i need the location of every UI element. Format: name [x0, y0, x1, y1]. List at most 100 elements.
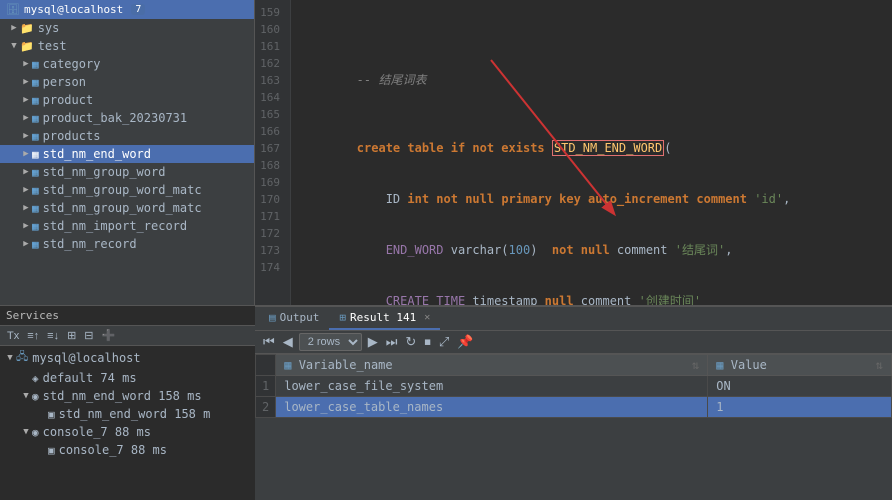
table-icon: ▦ [32, 166, 39, 179]
sidebar-item-product[interactable]: ▶ ▦ product [0, 91, 254, 109]
code-line-163: create table if not exists STD_NM_END_WO… [299, 106, 884, 174]
services-label: std_nm_end_word 158 ms [43, 389, 202, 403]
chevron-icon: ▼ [4, 353, 16, 363]
sidebar-label: product [43, 93, 94, 107]
code-line-166: CREATE_TIME timestamp null comment '创建时间… [299, 276, 884, 305]
first-page-button[interactable]: ⏮ [261, 333, 277, 351]
services-sort-up-button[interactable]: ≡↑ [24, 329, 42, 343]
sidebar-item-std-nm-record[interactable]: ▶ ▦ std_nm_record [0, 235, 254, 253]
sidebar-item-test[interactable]: ▼ 📁 test [0, 37, 254, 55]
refresh-button[interactable]: ↻ [403, 333, 418, 351]
sidebar-tree: ▶ 📁 sys ▼ 📁 test ▶ ▦ category [0, 19, 254, 305]
table-icon: ▦ [32, 94, 39, 107]
code-line-159 [299, 4, 884, 21]
sidebar-header: 🗄 mysql@localhost 7 [0, 0, 254, 19]
services-item-console7-group[interactable]: ▼ ◉ console_7 88 ms [0, 423, 255, 441]
col-icon: ▦ [284, 358, 291, 372]
result-table: ▦ Variable_name ⇅ ▦ Value ⇅ 1 [255, 354, 892, 500]
services-tx-button[interactable]: Tx [4, 329, 22, 343]
chevron-icon: ▶ [20, 239, 32, 249]
sidebar-label: sys [38, 21, 60, 35]
services-plus-button[interactable]: ➕ [99, 328, 119, 343]
sidebar-badge: 7 [131, 4, 145, 15]
sidebar-item-sys[interactable]: ▶ 📁 sys [0, 19, 254, 37]
table-row[interactable]: 1 lower_case_file_system ON [256, 376, 892, 397]
sidebar-label: std_nm_group_word_matc [43, 201, 202, 215]
services-item-std-nm-console[interactable]: ▣ std_nm_end_word 158 m [0, 405, 255, 423]
session-group-icon: ◉ [32, 390, 39, 403]
tab-result[interactable]: ⊞ Result 141 ✕ [329, 307, 440, 330]
column-value[interactable]: ▦ Value ⇅ [708, 355, 892, 376]
sidebar-item-std-nm-group-word-match-1[interactable]: ▶ ▦ std_nm_group_word_matc [0, 181, 254, 199]
sidebar-label: std_nm_group_word_matc [43, 183, 202, 197]
table-icon: ▦ [32, 184, 39, 197]
services-label: mysql@localhost [32, 351, 140, 365]
services-panel: Services Tx ≡↑ ≡↓ ⊞ ⊟ ➕ ▼ 🖧 mysql@localh… [0, 305, 255, 500]
chevron-icon: ▶ [20, 59, 32, 69]
console-icon: ▣ [48, 444, 55, 457]
chevron-icon: ▶ [20, 131, 32, 141]
chevron-icon: ▶ [20, 113, 32, 123]
code-line-164: ID int not null primary key auto_increme… [299, 174, 884, 225]
services-toolbar: Tx ≡↑ ≡↓ ⊞ ⊟ ➕ [0, 326, 255, 346]
rows-select[interactable]: 2 rows [299, 333, 362, 351]
sidebar-label: product_bak_20230731 [43, 111, 188, 125]
chevron-icon: ▶ [20, 167, 32, 177]
sidebar-item-products[interactable]: ▶ ▦ products [0, 127, 254, 145]
sidebar-item-product-bak[interactable]: ▶ ▦ product_bak_20230731 [0, 109, 254, 127]
next-page-button[interactable]: ▶ [366, 333, 380, 351]
db-icon: 🗄 [6, 3, 20, 16]
sidebar-label: category [43, 57, 101, 71]
column-variable-name[interactable]: ▦ Variable_name ⇅ [276, 355, 708, 376]
services-label: default 74 ms [43, 371, 137, 385]
sidebar-item-std-nm-end-word[interactable]: ▶ ▦ std_nm_end_word [0, 145, 254, 163]
tab-output-label: Output [280, 311, 320, 324]
services-label: console_7 88 ms [59, 443, 167, 457]
sidebar-item-std-nm-import-record[interactable]: ▶ ▦ std_nm_import_record [0, 217, 254, 235]
line-numbers: 159 160 161 162 163 164 165 166 167 168 … [255, 0, 291, 305]
services-item-mysql[interactable]: ▼ 🖧 mysql@localhost [0, 346, 255, 369]
services-header: Services [0, 306, 255, 326]
folder-icon: 📁 [20, 22, 34, 35]
services-add-button[interactable]: ⊞ [64, 328, 79, 343]
highlight-fn-name: STD_NM_END_WORD [552, 140, 664, 156]
services-sort-down-button[interactable]: ≡↓ [44, 329, 62, 343]
sidebar-item-std-nm-group-word[interactable]: ▶ ▦ std_nm_group_word [0, 163, 254, 181]
table-icon: ▦ [32, 58, 39, 71]
services-remove-button[interactable]: ⊟ [81, 328, 96, 343]
prev-page-button[interactable]: ◀ [281, 333, 295, 351]
sidebar-item-person[interactable]: ▶ ▦ person [0, 73, 254, 91]
last-page-button[interactable]: ⏭ [384, 333, 400, 351]
sidebar-label: std_nm_import_record [43, 219, 188, 233]
code-editor[interactable]: -- 结尾词表 create table if not exists STD_N… [291, 0, 892, 305]
stop-button[interactable]: ⏹ [422, 333, 433, 351]
close-result-tab-button[interactable]: ✕ [424, 312, 430, 323]
sidebar-label: test [38, 39, 67, 53]
chevron-icon: ▼ [8, 41, 20, 51]
tab-output[interactable]: ▤ Output [259, 307, 329, 330]
chevron-icon: ▶ [20, 77, 32, 87]
chevron-icon: ▶ [20, 185, 32, 195]
chevron-icon: ▼ [20, 427, 32, 437]
cell-value: ON [708, 376, 892, 397]
sidebar-item-std-nm-group-word-match-2[interactable]: ▶ ▦ std_nm_group_word_matc [0, 199, 254, 217]
services-item-std-nm-group[interactable]: ▼ ◉ std_nm_end_word 158 ms [0, 387, 255, 405]
bottom-panel: ▤ Output ⊞ Result 141 ✕ ⏮ ◀ 2 rows ▶ ⏭ ↻… [255, 305, 892, 500]
expand-button[interactable]: ⤢ [437, 333, 451, 351]
sidebar-label: person [43, 75, 86, 89]
row-number: 2 [256, 397, 276, 418]
services-item-console7[interactable]: ▣ console_7 88 ms [0, 441, 255, 459]
chevron-icon: ▶ [20, 149, 32, 159]
pin-button[interactable]: 📌 [455, 333, 475, 351]
services-item-default[interactable]: ◈ default 74 ms [0, 369, 255, 387]
services-label: console_7 88 ms [43, 425, 151, 439]
sidebar-item-category[interactable]: ▶ ▦ category [0, 55, 254, 73]
table-row[interactable]: 2 lower_case_table_names 1 [256, 397, 892, 418]
row-number: 1 [256, 376, 276, 397]
sidebar-label: std_nm_end_word [43, 147, 151, 161]
tab-result-label: Result 141 [350, 311, 416, 324]
output-icon: ▤ [269, 311, 276, 324]
console-icon: ▣ [48, 408, 55, 421]
code-line-162: -- 结尾词表 [299, 55, 884, 106]
code-line-165: END_WORD varchar(100) not null comment '… [299, 225, 884, 276]
